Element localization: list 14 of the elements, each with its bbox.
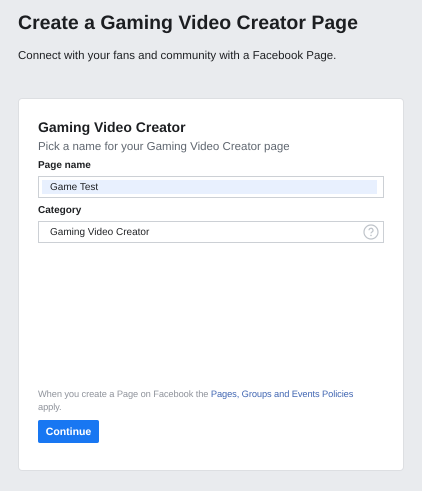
page-title: Create a Gaming Video Creator Page [18, 11, 359, 36]
page-subtitle: Connect with your fans and community with a Facebook Page. [18, 50, 338, 62]
field-frame[interactable]: Game Test [38, 176, 384, 198]
help-icon[interactable] [363, 224, 379, 240]
field-frame[interactable]: Gaming Video Creator [38, 221, 384, 243]
field-label: Category [38, 205, 82, 216]
continue-button[interactable]: Continue [38, 420, 99, 443]
policies-link[interactable]: Pages, Groups and Events Policies [210, 389, 354, 399]
field-label: Page name [38, 160, 92, 171]
card-title: Gaming Video Creator [38, 119, 187, 135]
policy-notice: When you create a Page on Facebook the Pages, Groups and Events Policies apply. [38, 388, 354, 414]
input-field[interactable]: Gaming Video Creator [42, 225, 363, 239]
input-field[interactable]: Game Test [42, 180, 377, 194]
card-hint: Pick a name for your Gaming Video Creator page [38, 141, 291, 153]
